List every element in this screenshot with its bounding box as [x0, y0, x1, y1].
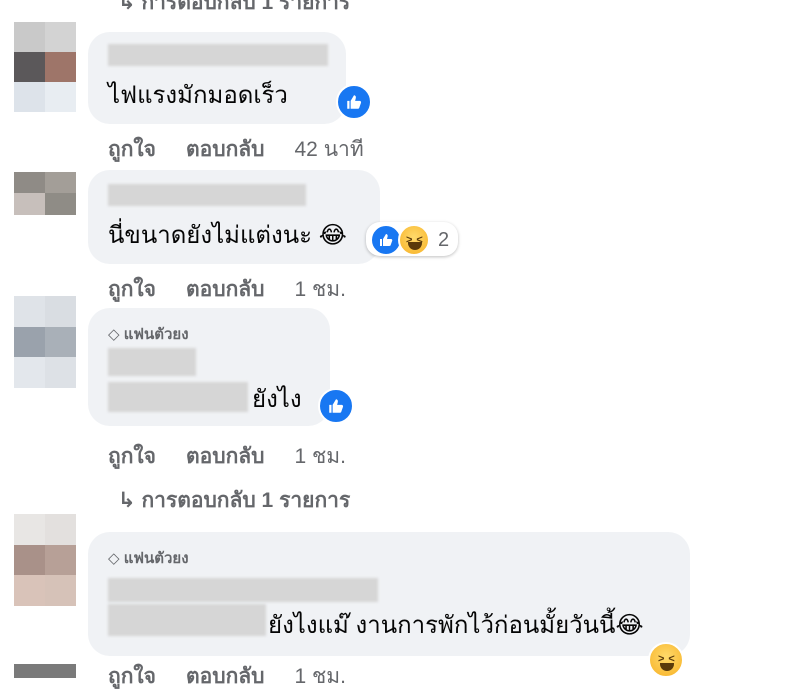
comment-text: ไฟแรงมักมอดเร็ว [108, 82, 288, 109]
author-name-redacted [108, 604, 266, 636]
comment-text: ยังไง [252, 386, 302, 413]
like-icon[interactable] [318, 388, 354, 424]
diamond-icon: ◇ [108, 550, 124, 567]
comment-actions: ถูกใจ ตอบกลับ 1 ชม. [108, 273, 346, 306]
diamond-icon: ◇ [108, 326, 124, 343]
comment-actions: ถูกใจ ตอบกลับ 42 นาที [108, 133, 364, 166]
avatar[interactable] [14, 514, 76, 606]
author-name-redacted[interactable] [108, 348, 196, 376]
author-name-redacted [108, 382, 248, 412]
comment-text: ยังไงแม๊ งานการพักไว้ก่อนมั้ยวันนี้😂 [268, 612, 644, 639]
like-button[interactable]: ถูกใจ [108, 445, 156, 468]
author-name-redacted[interactable] [108, 184, 306, 206]
like-button[interactable]: ถูกใจ [108, 138, 156, 161]
like-button[interactable]: ถูกใจ [108, 278, 156, 301]
reply-arrow-icon: ↳ [118, 0, 142, 14]
comment-text: นี่ขนาดยังไม่แต่งนะ 😂 [108, 222, 347, 249]
avatar[interactable] [14, 22, 76, 112]
reply-button[interactable]: ตอบกลับ [186, 278, 265, 301]
author-name-redacted[interactable] [108, 578, 378, 602]
fan-badge: ◇ แฟนตัวยง [108, 326, 189, 343]
timestamp[interactable]: 1 ชม. [295, 665, 346, 688]
like-icon[interactable] [336, 84, 372, 120]
haha-icon: >< [398, 224, 430, 256]
reply-button[interactable]: ตอบกลับ [186, 138, 265, 161]
fan-badge: ◇ แฟนตัวยง [108, 550, 189, 567]
like-button[interactable]: ถูกใจ [108, 665, 156, 688]
replies-link-top[interactable]: ↳ การตอบกลับ 1 รายการ [118, 0, 350, 19]
reply-button[interactable]: ตอบกลับ [186, 665, 265, 688]
comment-bubble: นี่ขนาดยังไม่แต่งนะ 😂 [88, 170, 380, 264]
replies-link[interactable]: ↳ การตอบกลับ 1 รายการ [118, 484, 350, 517]
comment-bubble: ◇ แฟนตัวยง ยังไง [88, 308, 330, 426]
author-name-redacted[interactable] [108, 44, 328, 66]
avatar[interactable] [14, 664, 76, 678]
comment-actions: ถูกใจ ตอบกลับ 1 ชม. [108, 440, 346, 473]
timestamp[interactable]: 42 นาที [295, 138, 364, 161]
comment-bubble: ไฟแรงมักมอดเร็ว [88, 32, 346, 124]
avatar[interactable] [14, 172, 76, 236]
reply-button[interactable]: ตอบกลับ [186, 445, 265, 468]
reply-arrow-icon: ↳ [118, 489, 142, 512]
avatar[interactable] [14, 296, 76, 388]
haha-icon[interactable]: >< [648, 642, 684, 678]
reaction-count: 2 [438, 229, 450, 251]
timestamp[interactable]: 1 ชม. [295, 445, 346, 468]
comment-actions: ถูกใจ ตอบกลับ 1 ชม. [108, 660, 346, 693]
comment-bubble: ◇ แฟนตัวยง ยังไงแม๊ งานการพักไว้ก่อนมั้ย… [88, 532, 690, 656]
timestamp[interactable]: 1 ชม. [295, 278, 346, 301]
